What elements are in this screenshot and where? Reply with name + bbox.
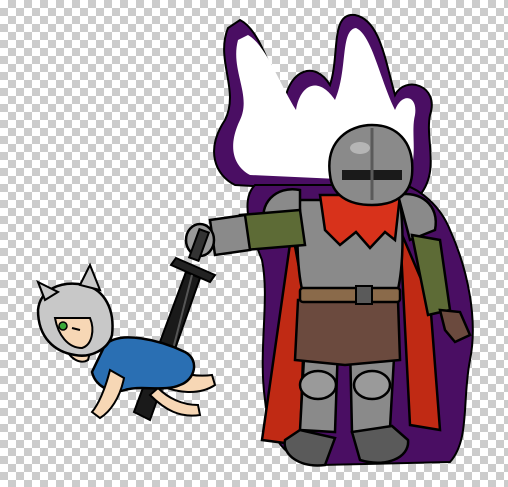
knight-belt	[298, 285, 402, 305]
knight-trousers	[293, 298, 402, 367]
child-head	[36, 262, 114, 357]
transparent-canvas	[0, 0, 508, 487]
knight-helmet	[328, 123, 414, 207]
illustration	[36, 13, 474, 467]
